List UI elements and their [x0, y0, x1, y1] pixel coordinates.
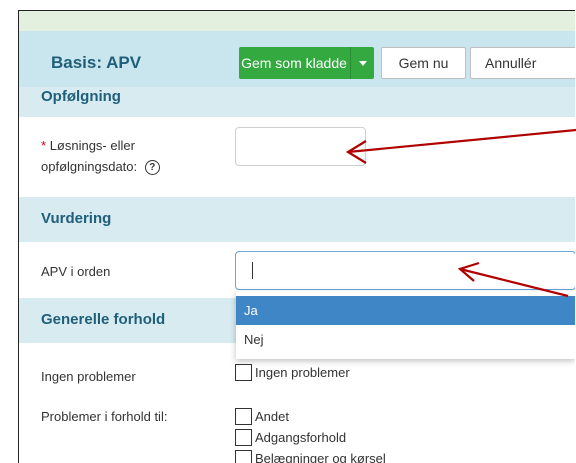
annotation-arrows [345, 128, 576, 298]
arrow-icon [345, 128, 576, 164]
arrow-icon [457, 261, 569, 298]
